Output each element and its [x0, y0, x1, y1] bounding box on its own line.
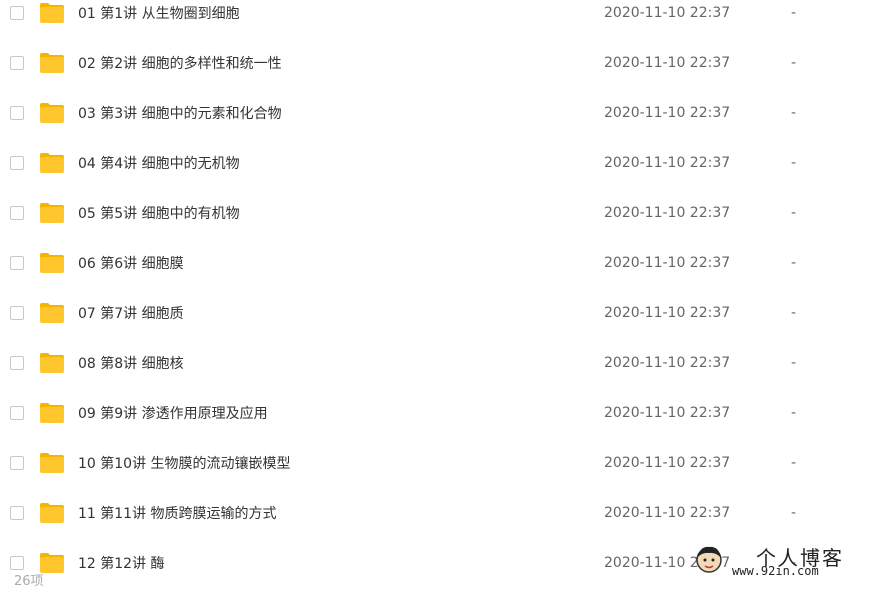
- modified-date: 2020-11-10 22:37: [604, 455, 731, 471]
- file-name[interactable]: 08 第8讲 细胞核: [78, 353, 184, 373]
- folder-icon: [40, 503, 64, 523]
- folder-icon: [40, 253, 64, 273]
- file-list: 01 第1讲 从生物圈到细胞 2020-11-10 22:37-02 第2讲 细胞…: [0, 0, 884, 583]
- folder-icon: [40, 303, 64, 323]
- file-row[interactable]: 04 第4讲 细胞中的无机物 2020-11-10 22:37 -: [0, 138, 884, 188]
- row-checkbox[interactable]: [10, 56, 24, 70]
- modified-date: 2020-11-10 22:37: [604, 405, 731, 421]
- folder-icon: [40, 3, 64, 23]
- modified-date: 2020-11-10 22:37: [604, 305, 731, 321]
- file-row[interactable]: 07 第7讲 细胞质 2020-11-10 22:37 -: [0, 288, 884, 338]
- file-size: -: [791, 455, 797, 471]
- file-row[interactable]: 09 第9讲 渗透作用原理及应用 2020-11-10 22:37 -: [0, 388, 884, 438]
- file-size: -: [791, 505, 797, 521]
- row-checkbox[interactable]: [10, 356, 24, 370]
- modified-date: 2020-11-10 22:37: [604, 355, 731, 371]
- file-name[interactable]: 05 第5讲 细胞中的有机物: [78, 203, 240, 223]
- folder-icon: [40, 353, 64, 373]
- modified-date: 2020-11-10 22:37: [604, 55, 731, 71]
- file-row[interactable]: 02 第2讲 细胞的多样性和统一性 2020-11-10 22:37 -: [0, 38, 884, 88]
- file-name[interactable]: 12 第12讲 酶: [78, 553, 165, 573]
- file-name[interactable]: 03 第3讲 细胞中的元素和化合物: [78, 103, 282, 123]
- folder-icon: [40, 103, 64, 123]
- watermark-url: www.92in.com: [732, 564, 819, 578]
- file-name[interactable]: 04 第4讲 细胞中的无机物: [78, 153, 240, 173]
- modified-date: 2020-11-10 22:37: [604, 5, 731, 21]
- file-size: -: [791, 105, 797, 121]
- file-row[interactable]: 08 第8讲 细胞核 2020-11-10 22:37 -: [0, 338, 884, 388]
- file-name[interactable]: 01 第1讲 从生物圈到细胞: [78, 3, 240, 23]
- watermark: 个人博客 www.92in.com: [690, 542, 880, 580]
- folder-icon: [40, 153, 64, 173]
- item-count: 26项: [14, 574, 44, 589]
- file-name[interactable]: 02 第2讲 细胞的多样性和统一性: [78, 53, 282, 73]
- avatar-icon: [696, 546, 722, 573]
- file-name[interactable]: 07 第7讲 细胞质: [78, 303, 184, 323]
- row-checkbox[interactable]: [10, 556, 24, 570]
- row-checkbox[interactable]: [10, 506, 24, 520]
- file-row[interactable]: 10 第10讲 生物膜的流动镶嵌模型 2020-11-10 22:37 -: [0, 438, 884, 488]
- folder-icon: [40, 453, 64, 473]
- row-checkbox[interactable]: [10, 406, 24, 420]
- file-size: -: [791, 55, 797, 71]
- folder-icon: [40, 403, 64, 423]
- file-name[interactable]: 11 第11讲 物质跨膜运输的方式: [78, 503, 277, 523]
- row-checkbox[interactable]: [10, 206, 24, 220]
- file-size: -: [791, 155, 797, 171]
- file-row[interactable]: 06 第6讲 细胞膜 2020-11-10 22:37 -: [0, 238, 884, 288]
- folder-icon: [40, 203, 64, 223]
- modified-date: 2020-11-10 22:37: [604, 255, 731, 271]
- file-size: -: [791, 205, 797, 221]
- file-size: -: [791, 405, 797, 421]
- row-checkbox[interactable]: [10, 6, 24, 20]
- row-checkbox[interactable]: [10, 306, 24, 320]
- file-size: -: [791, 305, 797, 321]
- row-checkbox[interactable]: [10, 456, 24, 470]
- file-row[interactable]: 05 第5讲 细胞中的有机物 2020-11-10 22:37 -: [0, 188, 884, 238]
- file-size: -: [791, 255, 797, 271]
- file-row[interactable]: 03 第3讲 细胞中的元素和化合物 2020-11-10 22:37 -: [0, 88, 884, 138]
- row-checkbox[interactable]: [10, 106, 24, 120]
- modified-date: 2020-11-10 22:37: [604, 105, 731, 121]
- file-name[interactable]: 10 第10讲 生物膜的流动镶嵌模型: [78, 453, 291, 473]
- modified-date: 2020-11-10 22:37: [604, 505, 731, 521]
- file-size: -: [791, 5, 797, 21]
- row-checkbox[interactable]: [10, 256, 24, 270]
- folder-icon: [40, 53, 64, 73]
- file-name[interactable]: 09 第9讲 渗透作用原理及应用: [78, 403, 268, 423]
- file-size: -: [791, 355, 797, 371]
- row-checkbox[interactable]: [10, 156, 24, 170]
- file-row[interactable]: 01 第1讲 从生物圈到细胞 2020-11-10 22:37 -: [0, 0, 884, 38]
- file-name[interactable]: 06 第6讲 细胞膜: [78, 253, 184, 273]
- modified-date: 2020-11-10 22:37: [604, 155, 731, 171]
- file-row[interactable]: 11 第11讲 物质跨膜运输的方式 2020-11-10 22:37 -: [0, 488, 884, 538]
- modified-date: 2020-11-10 22:37: [604, 205, 731, 221]
